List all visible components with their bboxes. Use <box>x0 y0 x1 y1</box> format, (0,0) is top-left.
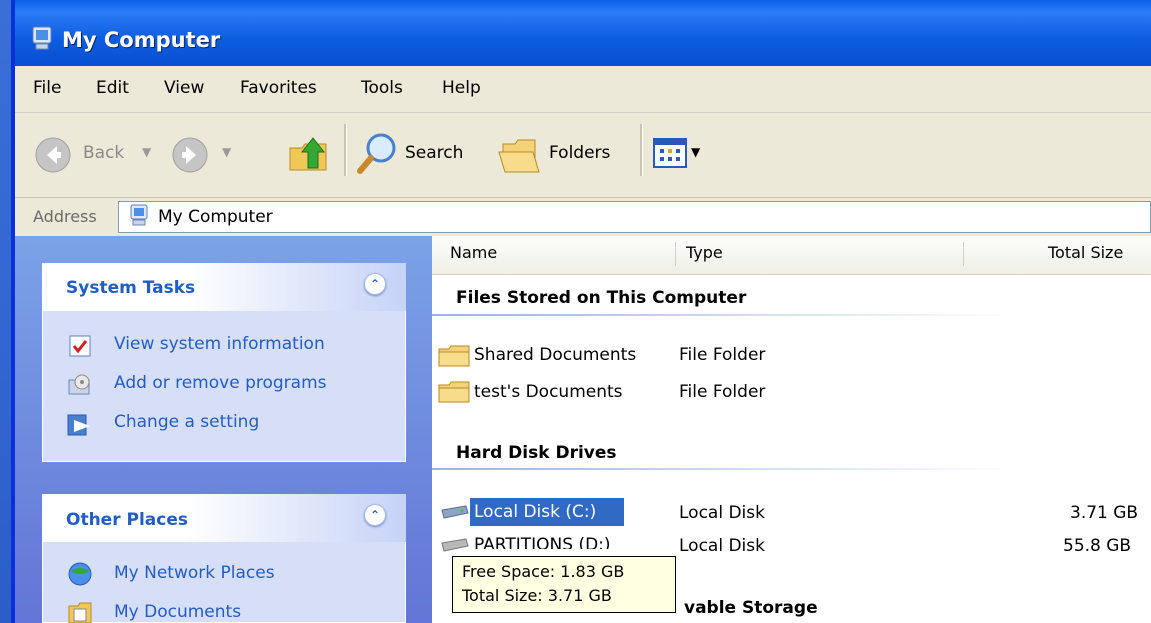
views-dropdown-icon: ▼ <box>691 145 701 159</box>
forward-button[interactable] <box>170 135 210 175</box>
menu-file[interactable]: File <box>33 78 61 98</box>
system-info-icon <box>69 335 91 357</box>
column-header-name[interactable]: Name <box>450 243 497 275</box>
menu-help[interactable]: Help <box>442 78 481 98</box>
column-header-type[interactable]: Type <box>686 243 723 275</box>
desktop-strip <box>0 0 11 623</box>
network-places-icon <box>68 562 92 586</box>
menu-edit[interactable]: Edit <box>96 78 129 98</box>
my-computer-icon <box>32 26 52 50</box>
item-type: Local Disk <box>679 536 765 556</box>
search-label: Search <box>405 143 464 163</box>
change-setting-icon <box>67 414 90 436</box>
menu-view[interactable]: View <box>164 78 204 98</box>
menu-favorites[interactable]: Favorites <box>240 78 317 98</box>
forward-dropdown-icon[interactable]: ▼ <box>222 145 231 159</box>
my-documents-link[interactable]: My Documents <box>114 602 241 622</box>
address-input[interactable] <box>118 201 1151 233</box>
item-size: 55.8 GB <box>1063 536 1132 556</box>
window-title: My Computer <box>62 28 221 52</box>
change-a-setting-link[interactable]: Change a setting <box>114 412 259 432</box>
toolbar-separator <box>344 124 347 176</box>
item-name[interactable]: PARTITIONS (D:) <box>474 535 611 549</box>
item-name[interactable]: Local Disk (C:) <box>474 502 596 522</box>
address-label: Address <box>33 207 97 226</box>
my-documents-icon <box>68 602 92 623</box>
toolbar-separator <box>640 124 643 176</box>
tooltip-free-space: Free Space: 1.83 GB <box>462 562 625 581</box>
folder-icon <box>438 381 470 403</box>
back-arrow-icon <box>35 137 71 173</box>
views-button[interactable]: ▼ <box>653 138 723 170</box>
back-button[interactable]: Back <box>33 135 135 175</box>
collapse-icon[interactable]: ⌃ <box>364 504 386 526</box>
column-separator[interactable] <box>675 242 676 266</box>
list-item[interactable]: test's Documents <box>438 376 668 406</box>
search-button[interactable]: Search <box>355 128 483 178</box>
group-divider <box>432 468 1017 470</box>
column-header-total-size[interactable]: Total Size <box>1048 243 1123 275</box>
item-name: Shared Documents <box>474 345 637 365</box>
back-label: Back <box>83 143 125 163</box>
menu-tools[interactable]: Tools <box>361 78 403 98</box>
item-type: Local Disk <box>679 503 765 523</box>
collapse-icon[interactable]: ⌃ <box>364 273 386 295</box>
item-type: File Folder <box>679 345 766 365</box>
hard-disk-icon <box>441 538 469 552</box>
list-item[interactable]: Shared Documents <box>438 340 668 370</box>
folders-label: Folders <box>549 143 611 163</box>
group-title-removable-storage: vable Storage <box>684 598 818 618</box>
folder-icon <box>438 345 470 367</box>
group-divider <box>432 314 1017 316</box>
back-dropdown-icon[interactable]: ▼ <box>142 145 151 159</box>
column-separator[interactable] <box>963 242 964 266</box>
up-folder-icon[interactable] <box>286 130 332 176</box>
folders-button[interactable]: Folders <box>497 128 627 178</box>
tooltip-total-size: Total Size: 3.71 GB <box>462 586 612 605</box>
item-size: 3.71 GB <box>1070 503 1139 523</box>
add-remove-programs-icon <box>68 374 90 395</box>
forward-arrow-icon <box>172 137 208 173</box>
system-tasks-title: System Tasks <box>66 278 196 298</box>
add-remove-programs-link[interactable]: Add or remove programs <box>114 373 327 393</box>
my-computer-icon <box>130 204 148 226</box>
address-value: My Computer <box>158 207 273 227</box>
views-icon <box>653 138 687 168</box>
folders-icon <box>498 139 540 173</box>
other-places-title: Other Places <box>66 510 188 530</box>
item-type: File Folder <box>679 382 766 402</box>
view-system-information-link[interactable]: View system information <box>114 334 325 354</box>
hard-disk-icon <box>441 505 469 519</box>
search-icon <box>357 133 396 174</box>
group-title-hard-disks: Hard Disk Drives <box>456 443 617 463</box>
group-title-files-stored: Files Stored on This Computer <box>456 288 747 308</box>
item-name: test's Documents <box>474 382 623 402</box>
column-header-row <box>432 236 1151 275</box>
my-network-places-link[interactable]: My Network Places <box>114 563 275 583</box>
